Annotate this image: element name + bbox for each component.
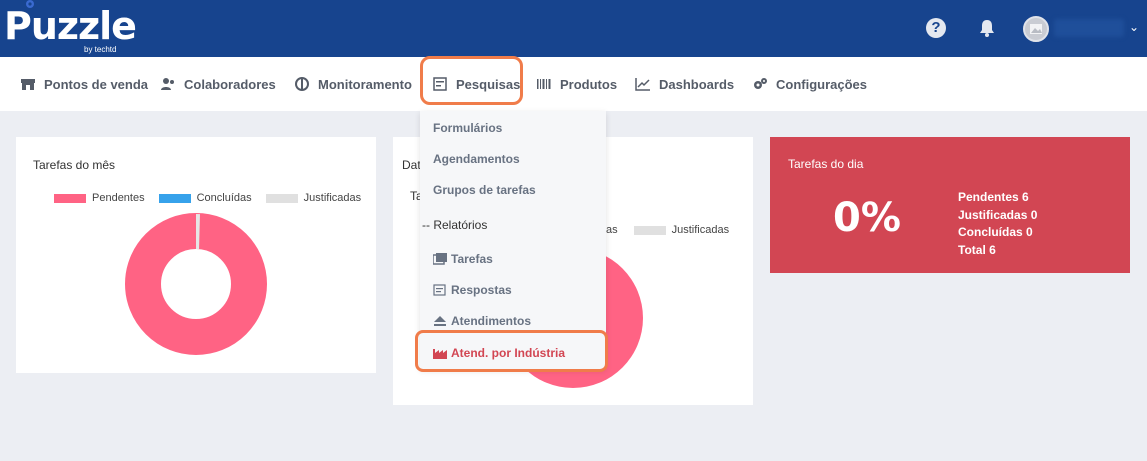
form-icon <box>433 284 446 296</box>
main-nav: Pontos de venda Colaboradores Monitorame… <box>0 57 1147 111</box>
legend-label[interactable]: Justificadas <box>672 224 729 236</box>
legend-swatch-justificadas <box>265 193 298 203</box>
legend-label: as <box>606 224 618 236</box>
chart-legend: as Justificadas <box>606 224 729 236</box>
menu-item-grupos-de-tarefas[interactable]: Grupos de tarefas <box>433 183 536 197</box>
nav-label: Configurações <box>776 76 868 92</box>
donut-chart <box>125 213 267 355</box>
completion-percent: 0% <box>833 195 901 241</box>
user-name-blurred[interactable] <box>1054 19 1124 37</box>
images-icon <box>433 253 447 265</box>
menu-item-respostas[interactable]: Respostas <box>433 283 512 297</box>
card-title: Dat <box>402 158 421 172</box>
legend-label[interactable]: Pendentes <box>92 192 145 204</box>
nav-item-produtos[interactable]: Produtos <box>536 57 617 111</box>
nav-label: Colaboradores <box>184 76 276 92</box>
nav-label: Monitoramento <box>318 76 412 92</box>
stat-total: Total 6 <box>958 242 996 257</box>
stat-pendentes: Pendentes 6 <box>958 190 1029 204</box>
chart-line-icon <box>635 78 650 91</box>
menu-item-tarefas[interactable]: Tarefas <box>433 252 493 266</box>
card-tarefas-do-mes: Tarefas do mês Pendentes Concluídas Just… <box>16 137 376 373</box>
eject-icon <box>434 316 446 326</box>
logo-subtitle: by techtd <box>84 45 117 54</box>
nav-label: Produtos <box>560 76 618 92</box>
pesquisas-highlight <box>420 56 523 105</box>
menu-item-formularios[interactable]: Formulários <box>433 121 502 135</box>
nav-item-pontos-de-venda[interactable]: Pontos de venda <box>20 57 148 111</box>
help-icon[interactable]: ? <box>926 18 946 38</box>
card-title: Tarefas do mês <box>33 158 116 172</box>
card-title: Tarefas do dia <box>788 157 864 171</box>
nav-item-monitoramento[interactable]: Monitoramento <box>294 57 412 111</box>
users-icon <box>161 78 174 90</box>
chevron-down-icon[interactable]: ⌄ <box>1129 20 1139 34</box>
nav-label: Dashboards <box>659 76 735 92</box>
nav-item-configuracoes[interactable]: Configurações <box>752 57 867 111</box>
nav-label: Pontos de venda <box>44 76 149 92</box>
nav-item-dashboards[interactable]: Dashboards <box>635 57 734 111</box>
legend-swatch-justificadas <box>633 225 666 235</box>
menu-label: Tarefas <box>451 252 493 266</box>
nav-item-colaboradores[interactable]: Colaboradores <box>160 57 276 111</box>
stat-concluidas: Concluídas 0 <box>958 225 1033 239</box>
legend-label[interactable]: Concluídas <box>197 192 252 204</box>
tent-icon <box>295 77 309 91</box>
gears-icon <box>754 78 767 89</box>
image-icon <box>1030 24 1042 34</box>
legend-swatch-concluidas <box>158 193 191 203</box>
store-icon <box>21 79 35 90</box>
avatar[interactable] <box>1023 16 1049 42</box>
menu-item-atendimentos[interactable]: Atendimentos <box>433 314 531 328</box>
stat-justificadas: Justificadas 0 <box>958 207 1038 222</box>
barcode-icon <box>537 79 551 89</box>
stats-list: Pendentes 6 Justificadas 0 Concluídas 0 … <box>958 189 1037 259</box>
top-bar: Puzzle by techtd ? ⌄ <box>0 0 1147 57</box>
legend-label[interactable]: Justificadas <box>304 192 361 204</box>
menu-label: Atendimentos <box>451 314 532 328</box>
logo[interactable]: Puzzle <box>4 4 137 48</box>
atend-por-industria-highlight <box>415 330 608 372</box>
bell-icon[interactable] <box>976 17 998 39</box>
legend-swatch-pendentes <box>54 193 86 203</box>
menu-item-agendamentos[interactable]: Agendamentos <box>433 152 520 166</box>
menu-label: Respostas <box>451 283 512 297</box>
menu-section-relatorios: -- Relatórios <box>422 218 488 232</box>
chart-legend: Pendentes Concluídas Justificadas <box>54 192 361 204</box>
card-tarefas-do-dia: Tarefas do dia 0% Pendentes 6 Justificad… <box>770 137 1130 273</box>
